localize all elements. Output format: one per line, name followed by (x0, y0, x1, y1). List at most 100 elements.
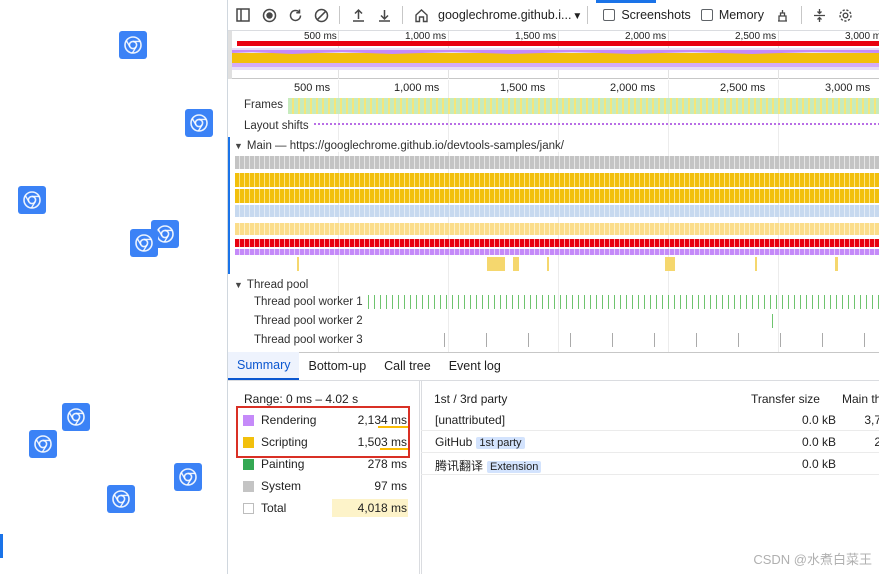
column-header-transfer-size[interactable]: Transfer size (751, 392, 820, 406)
toolbar-divider (587, 6, 589, 24)
category-name: Total (261, 501, 287, 515)
page-select-value: googlechrome.github.i... (438, 8, 572, 22)
cpu-activity-chart (232, 48, 879, 70)
flame-chart[interactable]: 500 ms 1,000 ms 1,500 ms 2,000 ms 2,500 … (228, 80, 879, 352)
total-swatch (243, 502, 254, 514)
tab-summary[interactable]: Summary (228, 352, 300, 380)
main-thread-time: 3,7 (864, 413, 879, 427)
chrome-logo-icon (62, 403, 90, 431)
demo-page (0, 0, 227, 574)
upload-icon[interactable] (345, 0, 371, 31)
flame-tick-label: 1,000 ms (394, 82, 440, 94)
checkbox-box[interactable] (700, 9, 713, 21)
layout-shifts-track-label: Layout shifts (242, 120, 311, 132)
party-badge: 1st party (476, 437, 525, 449)
memory-checkbox[interactable]: Memory (700, 8, 764, 22)
scroll-indicator (0, 534, 3, 558)
frames-track[interactable] (288, 98, 879, 114)
memory-label: Memory (718, 8, 764, 22)
party-name: GitHub (435, 435, 473, 449)
category-value: 97 ms (374, 479, 407, 493)
annotation-highlight-box (236, 406, 410, 458)
record-icon[interactable] (256, 0, 282, 31)
tab-event-log[interactable]: Event log (440, 352, 510, 380)
expand-arrow-icon[interactable]: ▼ (234, 141, 243, 151)
main-thread-time: 2 (839, 435, 879, 449)
settings-gear-icon[interactable] (833, 0, 859, 31)
tab-bottom-up[interactable]: Bottom-up (299, 352, 375, 380)
worker-2-activity-mark (772, 314, 773, 328)
page-select-dropdown[interactable]: googlechrome.github.i...▼ (438, 8, 582, 22)
watermark: CSDN @水煮白菜王 (753, 552, 872, 567)
party-name-cell: 腾讯翻译 Extension (435, 457, 542, 474)
download-icon[interactable] (371, 0, 397, 31)
layout-shifts-markers[interactable] (314, 123, 879, 125)
expand-arrow-icon[interactable]: ▼ (234, 280, 243, 290)
third-party-table: 1st / 3rd party Transfer size Main th [u… (421, 381, 879, 574)
party-name: [unattributed] (435, 413, 506, 427)
flame-tick-label: 500 ms (294, 82, 331, 94)
flame-tick-label: 3,000 ms (825, 82, 871, 94)
category-name: System (261, 479, 302, 493)
main-track-label[interactable]: ▼ Main — https://googlechrome.github.io/d… (232, 140, 566, 152)
collapse-tracks-icon[interactable] (807, 0, 833, 31)
long-task-indicator (237, 41, 879, 46)
summary-pane: Range: 0 ms – 4.02 s Rendering 2,134 ms … (228, 381, 420, 574)
performance-toolbar: googlechrome.github.i...▼ Screenshots Me… (228, 0, 879, 31)
column-header-party: 1st / 3rd party (434, 392, 508, 406)
party-badge: Extension (487, 461, 542, 473)
table-row[interactable]: GitHub1st party 0.0 kB 2 (421, 431, 879, 453)
tab-call-tree[interactable]: Call tree (375, 352, 440, 380)
flame-tick-label: 1,500 ms (500, 82, 546, 94)
category-value: 4,018 ms (332, 499, 408, 517)
category-value-text: 4,018 ms (357, 501, 407, 515)
table-row[interactable]: [unattributed] 0.0 kB 3,7 (421, 409, 879, 431)
screenshots-label: Screenshots (621, 8, 691, 22)
chrome-logo-icon (119, 31, 147, 59)
system-swatch (243, 480, 254, 492)
reload-record-icon[interactable] (282, 0, 308, 31)
range-label: Range: 0 ms – 4.02 s (244, 392, 359, 406)
frames-bars (288, 98, 879, 114)
thread-pool-worker-label: Thread pool worker 2 (252, 315, 365, 327)
transfer-size: 0.0 kB (801, 413, 836, 427)
chevron-down-icon: ▼ (572, 11, 583, 22)
main-thread-flame-rows[interactable] (235, 156, 879, 274)
flame-tick-label: 2,500 ms (720, 82, 766, 94)
table-row[interactable]: 腾讯翻译 Extension 0.0 kB (421, 453, 879, 475)
chrome-logo-icon (174, 463, 202, 491)
chrome-logo-icon (130, 229, 158, 257)
transfer-size: 0.0 kB (801, 457, 836, 471)
checkbox-box[interactable] (603, 9, 616, 21)
clear-icon[interactable] (308, 0, 334, 31)
thread-pool-worker-1-activity (368, 295, 879, 309)
flame-tick-label: 2,000 ms (610, 82, 656, 94)
chrome-logo-icon (18, 186, 46, 214)
chrome-logo-icon (107, 485, 135, 513)
category-row: System 97 ms (243, 476, 408, 496)
details-tabs: Summary Bottom-up Call tree Event log (228, 352, 879, 381)
main-thread-url: Main — https://googlechrome.github.io/de… (246, 140, 564, 152)
toolbar-divider (402, 6, 403, 24)
category-row: Total 4,018 ms (243, 498, 408, 518)
column-header-main-thread[interactable]: Main th (842, 392, 879, 406)
active-indicator (596, 0, 656, 3)
garbage-collect-icon[interactable] (770, 0, 796, 31)
thread-pool-track-label[interactable]: ▼ Thread pool (232, 279, 311, 291)
home-icon[interactable] (408, 0, 434, 31)
chrome-logo-icon (29, 430, 57, 458)
devtools-performance-panel: googlechrome.github.i...▼ Screenshots Me… (227, 0, 879, 574)
chrome-logo-icon (185, 109, 213, 137)
toolbar-divider (339, 6, 340, 24)
thread-pool-label: Thread pool (246, 279, 309, 291)
thread-pool-worker-label: Thread pool worker 1 (252, 296, 365, 308)
timeline-overview[interactable]: 500 ms 1,000 ms 1,500 ms 2,000 ms 2,500 … (228, 31, 879, 79)
main-track-selection (228, 137, 230, 274)
transfer-size: 0.0 kB (801, 435, 836, 449)
thread-pool-worker-3-activity (444, 333, 879, 347)
screenshots-checkbox[interactable]: Screenshots (603, 8, 691, 22)
toolbar-divider (800, 6, 802, 24)
category-name: Painting (261, 457, 305, 471)
party-name: 腾讯翻译 (435, 459, 484, 473)
toggle-sidebar-icon[interactable] (230, 0, 256, 31)
